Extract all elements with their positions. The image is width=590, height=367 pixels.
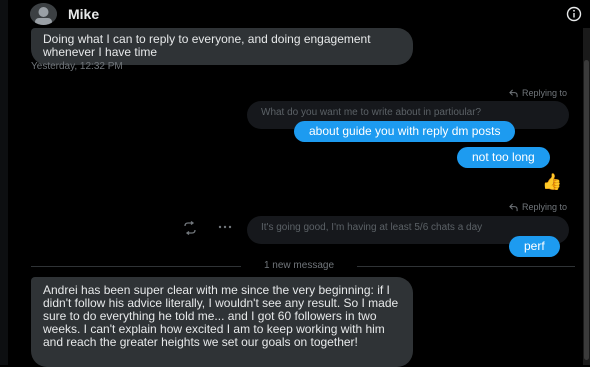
message-text: Doing what I can to reply to everyone, a…: [43, 32, 371, 59]
info-icon[interactable]: [566, 6, 582, 22]
contact-name[interactable]: Mike: [68, 6, 99, 22]
divider-right: [357, 266, 575, 267]
outgoing-message[interactable]: perf: [509, 236, 560, 257]
conversation-header: Mike: [0, 0, 590, 28]
outgoing-message[interactable]: not too long: [457, 147, 550, 168]
add-reaction-icon[interactable]: [183, 221, 197, 235]
reaction-emoji[interactable]: 👍: [542, 172, 562, 192]
more-icon[interactable]: [218, 225, 232, 229]
divider-left: [31, 266, 241, 267]
scrollbar-thumb[interactable]: [584, 60, 589, 360]
message-timestamp: Yesterday, 12:32 PM: [31, 61, 123, 72]
incoming-message[interactable]: Andrei has been super clear with me sinc…: [31, 277, 413, 367]
incoming-message[interactable]: Doing what I can to reply to everyone, a…: [31, 28, 413, 65]
avatar[interactable]: [30, 3, 57, 25]
reply-arrow-icon: [509, 89, 518, 97]
new-message-divider-label: 1 new message: [263, 260, 335, 271]
replying-to-label: Replying to: [509, 88, 567, 98]
message-text: Andrei has been super clear with me sinc…: [43, 283, 399, 349]
outgoing-message[interactable]: about guide you with reply dm posts: [294, 121, 516, 142]
reply-arrow-icon: [509, 203, 518, 211]
left-rail: [0, 0, 8, 365]
replying-to-label: Replying to: [509, 202, 567, 212]
